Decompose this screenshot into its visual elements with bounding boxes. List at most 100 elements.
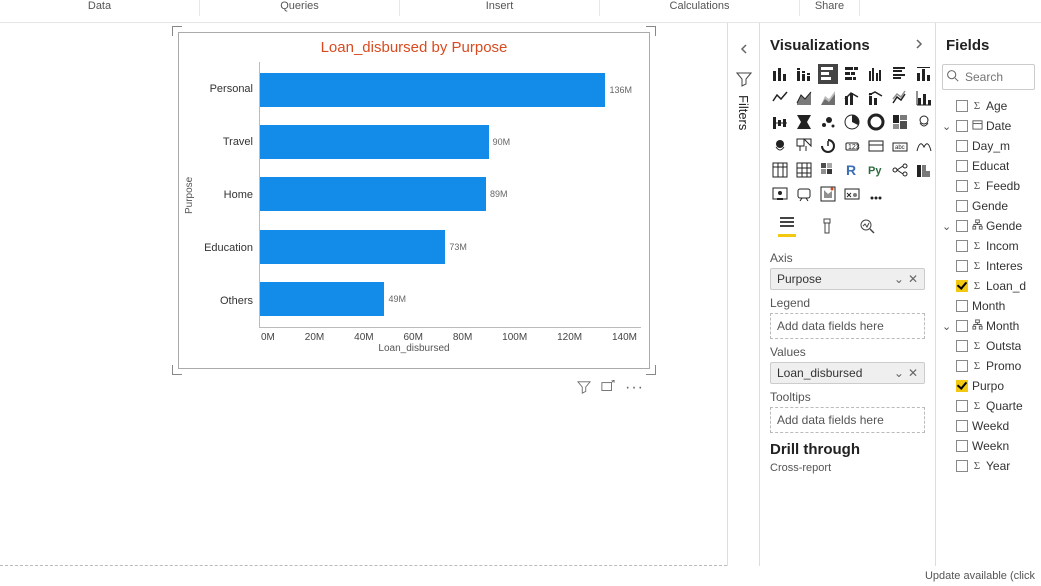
stacked-area-icon[interactable] [818, 88, 838, 108]
chevron-down-icon[interactable]: ⌄ [942, 320, 952, 333]
collapse-viz-icon[interactable] [913, 38, 925, 53]
format-tab[interactable] [818, 217, 836, 235]
stacked-bar-100-icon[interactable] [842, 64, 862, 84]
field-checkbox[interactable] [956, 440, 968, 452]
expand-filters-icon[interactable] [738, 43, 750, 55]
field-checkbox[interactable] [956, 160, 968, 172]
clustered-column-icon[interactable] [866, 64, 886, 84]
field-row[interactable]: ΣPromo [942, 356, 1041, 376]
bar-chart-visual[interactable]: Loan_disbursed by Purpose Purpose Person… [174, 28, 654, 373]
powerapps-icon[interactable] [794, 184, 814, 204]
line-icon[interactable] [770, 88, 790, 108]
decomposition-icon[interactable] [890, 160, 910, 180]
bar[interactable] [260, 282, 384, 316]
field-checkbox[interactable] [956, 180, 968, 192]
bar[interactable] [260, 73, 605, 107]
fields-search-input[interactable] [963, 69, 1031, 85]
key-influencers-icon[interactable]: Py [866, 160, 886, 180]
field-row[interactable]: ⌄Month [942, 316, 1041, 336]
more-visuals-icon[interactable] [842, 184, 862, 204]
line-stacked-icon[interactable] [866, 88, 886, 108]
field-checkbox[interactable] [956, 120, 968, 132]
field-checkbox[interactable] [956, 380, 968, 392]
donut-icon[interactable] [866, 112, 886, 132]
analytics-tab[interactable] [858, 217, 876, 235]
status-bar-update[interactable]: Update available (click [925, 566, 1035, 586]
field-row[interactable]: Purpo [942, 376, 1041, 396]
py-visual-icon[interactable]: R [842, 160, 862, 180]
scatter-icon[interactable] [818, 112, 838, 132]
report-canvas[interactable]: Loan_disbursed by Purpose Purpose Person… [0, 23, 727, 566]
more-options-icon[interactable]: ··· [625, 379, 644, 397]
slicer-icon[interactable] [914, 136, 934, 156]
line-column-icon[interactable] [842, 88, 862, 108]
values-well[interactable]: Loan_disbursed ⌄ ✕ [770, 362, 925, 384]
qa-icon[interactable] [914, 160, 934, 180]
field-row[interactable]: Educat [942, 156, 1041, 176]
field-row[interactable]: Weekd [942, 416, 1041, 436]
axis-field-dropdown-icon[interactable]: ⌄ [894, 272, 904, 286]
field-checkbox[interactable] [956, 360, 968, 372]
field-row[interactable]: Day_m [942, 136, 1041, 156]
field-checkbox[interactable] [956, 460, 968, 472]
field-checkbox[interactable] [956, 300, 968, 312]
gauge-icon[interactable] [818, 136, 838, 156]
bar[interactable] [260, 177, 486, 211]
chevron-down-icon[interactable]: ⌄ [942, 220, 952, 233]
viz-icon[interactable] [866, 184, 886, 204]
ribbon-group-share[interactable]: Share [800, 0, 860, 16]
stacked-column-icon[interactable] [794, 64, 814, 84]
field-checkbox[interactable] [956, 340, 968, 352]
values-field-dropdown-icon[interactable]: ⌄ [894, 366, 904, 380]
field-checkbox[interactable] [956, 220, 968, 232]
field-checkbox[interactable] [956, 260, 968, 272]
field-checkbox[interactable] [956, 140, 968, 152]
waterfall-icon[interactable] [914, 88, 934, 108]
field-row[interactable]: ΣAge [942, 96, 1041, 116]
tornado-icon[interactable] [770, 112, 790, 132]
treemap-icon[interactable] [890, 112, 910, 132]
field-row[interactable]: ΣQuarte [942, 396, 1041, 416]
area-icon[interactable] [794, 88, 814, 108]
axis-field-remove-icon[interactable]: ✕ [908, 272, 918, 286]
values-field-remove-icon[interactable]: ✕ [908, 366, 918, 380]
filters-pane-collapsed[interactable]: Filters [727, 23, 759, 566]
ribbon-group-data[interactable]: Data [0, 0, 200, 16]
values-field-pill[interactable]: Loan_disbursed [777, 366, 862, 380]
map-icon[interactable] [914, 112, 934, 132]
field-checkbox[interactable] [956, 280, 968, 292]
field-row[interactable]: ⌄Gende [942, 216, 1041, 236]
field-row[interactable]: ΣYear [942, 456, 1041, 476]
r-visual-icon[interactable] [818, 160, 838, 180]
ribbon-group-calculations[interactable]: Calculations [600, 0, 800, 16]
tooltips-well[interactable]: Add data fields here [770, 407, 925, 433]
bar[interactable] [260, 125, 489, 159]
field-row[interactable]: ⌄Date [942, 116, 1041, 136]
column-100-icon[interactable] [914, 64, 934, 84]
field-row[interactable]: ΣInteres [942, 256, 1041, 276]
field-row[interactable]: Weekn [942, 436, 1041, 456]
field-row[interactable]: ΣOutsta [942, 336, 1041, 356]
fields-tab[interactable] [778, 214, 796, 237]
filled-map-icon[interactable] [770, 136, 790, 156]
field-checkbox[interactable] [956, 240, 968, 252]
shape-map-icon[interactable] [794, 136, 814, 156]
axis-well[interactable]: Purpose ⌄✕ [770, 268, 925, 290]
field-checkbox[interactable] [956, 200, 968, 212]
kpi-icon[interactable]: abc [890, 136, 910, 156]
field-row[interactable]: ΣFeedb [942, 176, 1041, 196]
field-row[interactable]: Gende [942, 196, 1041, 216]
fields-search[interactable] [942, 64, 1035, 90]
multi-card-icon[interactable] [866, 136, 886, 156]
ribbon-group-queries[interactable]: Queries [200, 0, 400, 16]
ribbon-icon[interactable] [890, 88, 910, 108]
legend-well[interactable]: Add data fields here [770, 313, 925, 339]
field-checkbox[interactable] [956, 400, 968, 412]
field-row[interactable]: ΣLoan_d [942, 276, 1041, 296]
table-icon[interactable] [770, 160, 790, 180]
field-row[interactable]: Month [942, 296, 1041, 316]
field-checkbox[interactable] [956, 420, 968, 432]
stacked-bar-icon[interactable] [770, 64, 790, 84]
funnel-icon[interactable] [794, 112, 814, 132]
field-checkbox[interactable] [956, 100, 968, 112]
